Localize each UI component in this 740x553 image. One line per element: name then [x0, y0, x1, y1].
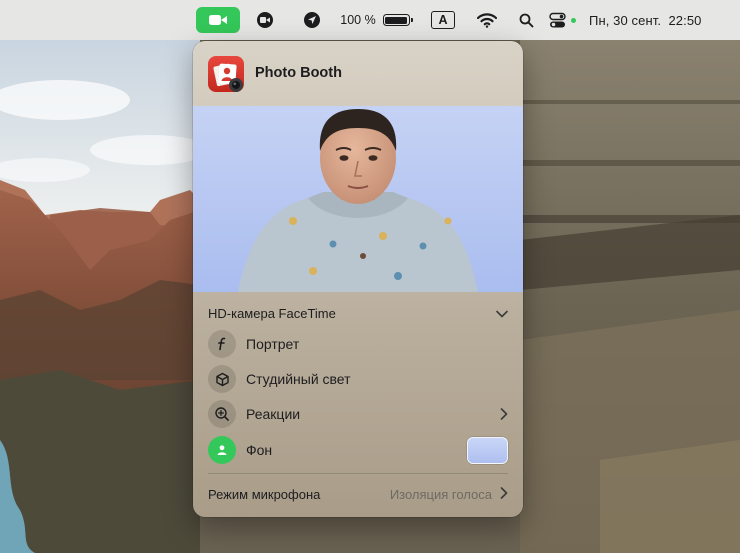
effect-portrait-label: Портрет [246, 336, 300, 352]
effect-reactions-label: Реакции [246, 406, 301, 422]
portrait-f-icon [208, 330, 236, 358]
person-background-icon [208, 436, 236, 464]
camera-privacy-dot [569, 0, 577, 40]
effect-reactions[interactable]: Реакции [208, 399, 508, 429]
input-source-icon[interactable]: A [430, 0, 456, 40]
mic-mode-value: Изоляция голоса [389, 486, 492, 502]
camera-preview [193, 106, 523, 292]
chevron-right-icon [500, 408, 508, 420]
video-effects-popover: Photo Booth HD-камера FaceTime Портрет С… [193, 41, 523, 517]
photo-booth-app-icon [208, 56, 244, 92]
app-name: Photo Booth [255, 65, 342, 81]
mic-mode-label: Режим микрофона [208, 486, 321, 502]
background-picker-swatch[interactable] [467, 436, 508, 464]
video-camera-icon [196, 7, 240, 33]
chevron-down-icon [496, 306, 508, 321]
camera-name: HD-камера FaceTime [208, 305, 336, 321]
popover-header: Photo Booth [193, 41, 523, 106]
camera-in-use-indicator[interactable] [196, 0, 240, 40]
effect-background-label: Фон [246, 442, 273, 458]
menu-bar: 100 % A Пн, 30 сент. 22:50 [0, 0, 740, 40]
reactions-plus-icon [208, 400, 236, 428]
effect-background[interactable]: Фон [208, 435, 508, 465]
divider [208, 473, 508, 474]
menu-clock[interactable]: Пн, 30 сент. 22:50 [589, 0, 725, 40]
camera-selector[interactable]: HD-камера FaceTime [208, 303, 508, 323]
effect-studio-light-label: Студийный свет [246, 371, 351, 387]
control-center-icon[interactable] [546, 0, 568, 40]
battery-icon[interactable] [381, 0, 413, 40]
screen-recording-icon[interactable] [255, 0, 277, 40]
cube-icon [208, 365, 236, 393]
effect-studio-light[interactable]: Студийный свет [208, 364, 508, 394]
wifi-icon[interactable] [476, 0, 498, 40]
effect-portrait[interactable]: Портрет [208, 329, 508, 359]
mic-mode-row[interactable]: Режим микрофона Изоляция голоса [208, 484, 508, 504]
location-arrow-icon[interactable] [301, 0, 323, 40]
battery-percent: 100 % [340, 13, 376, 27]
chevron-right-icon [500, 486, 508, 502]
spotlight-search-icon[interactable] [517, 0, 535, 40]
input-source-label: A [431, 11, 455, 29]
battery-level-fill [385, 16, 407, 24]
